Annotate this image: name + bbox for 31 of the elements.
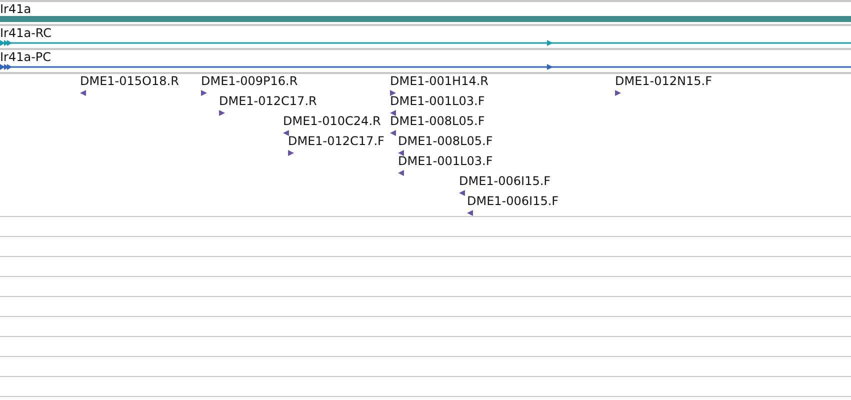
left-arrow-icon[interactable]	[80, 90, 86, 96]
feature-label: DME1-008L05.F	[398, 134, 493, 148]
gene-label: Ir41a	[0, 2, 32, 16]
right-arrow-icon[interactable]	[288, 150, 294, 156]
feature-label: DME1-006I15.F	[459, 174, 551, 188]
transcript-label: Ir41a-PC	[0, 50, 52, 64]
left-arrow-icon[interactable]	[283, 130, 289, 136]
left-arrow-icon[interactable]	[398, 170, 404, 176]
transcript-line[interactable]	[0, 63, 851, 71]
feature-label: DME1-010C24.R	[283, 114, 381, 128]
right-arrow-icon[interactable]	[390, 90, 396, 96]
right-arrow-icon[interactable]	[201, 90, 207, 96]
feature-label: DME1-012C17.R	[219, 94, 317, 108]
right-arrow-icon[interactable]	[615, 90, 621, 96]
left-arrow-icon[interactable]	[390, 110, 396, 116]
feature-label: DME1-001L03.F	[390, 94, 485, 108]
feature-label: DME1-001L03.F	[398, 154, 493, 168]
left-arrow-icon[interactable]	[459, 190, 465, 196]
left-arrow-icon[interactable]	[390, 130, 396, 136]
feature-label: DME1-012C17.F	[288, 134, 384, 148]
transcript-label: Ir41a-RC	[0, 26, 53, 40]
feature-label: DME1-008L05.F	[390, 114, 485, 128]
feature-label: DME1-001H14.R	[390, 74, 488, 88]
left-arrow-icon[interactable]	[467, 210, 473, 216]
transcript-line[interactable]	[0, 39, 851, 47]
left-arrow-icon[interactable]	[398, 150, 404, 156]
feature-label: DME1-009P16.R	[201, 74, 298, 88]
right-arrow-icon[interactable]	[219, 110, 225, 116]
feature-label: DME1-015O18.R	[80, 74, 179, 88]
feature-label: DME1-006I15.F	[467, 194, 559, 208]
feature-label: DME1-012N15.F	[615, 74, 712, 88]
